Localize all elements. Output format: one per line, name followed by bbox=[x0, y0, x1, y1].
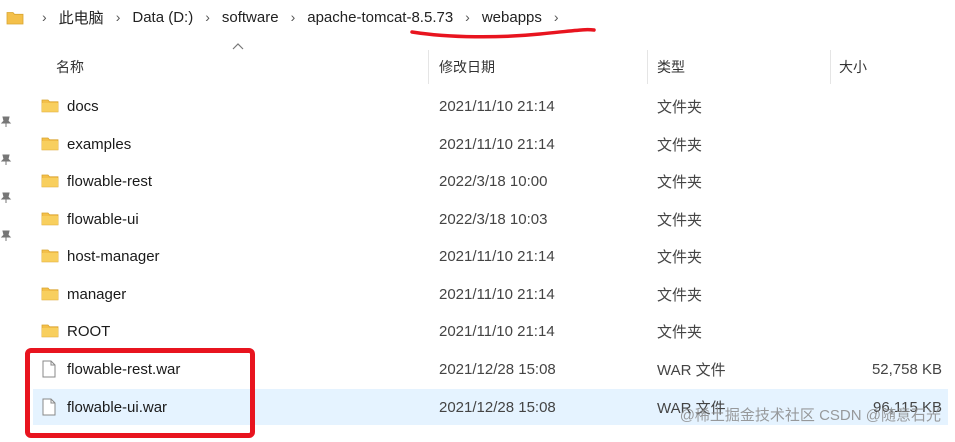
list-item[interactable]: examples 2021/11/10 21:14 文件夹 bbox=[33, 126, 948, 162]
file-type: 文件夹 bbox=[657, 248, 703, 266]
file-date: 2021/12/28 15:08 bbox=[439, 360, 556, 378]
list-item[interactable]: docs 2021/11/10 21:14 文件夹 bbox=[33, 88, 948, 124]
breadcrumb-this-pc[interactable]: 此电脑 bbox=[59, 7, 104, 28]
list-item[interactable]: host-manager 2021/11/10 21:14 文件夹 bbox=[33, 238, 948, 274]
file-name: manager bbox=[67, 285, 127, 303]
file-date: 2021/11/10 21:14 bbox=[439, 322, 555, 340]
red-underline-annotation bbox=[410, 27, 596, 39]
file-date: 2021/11/10 21:14 bbox=[439, 285, 555, 303]
list-item[interactable]: ROOT 2021/11/10 21:14 文件夹 bbox=[33, 313, 948, 349]
file-name: flowable-rest bbox=[67, 172, 153, 190]
file-name: host-manager bbox=[67, 247, 160, 265]
breadcrumb-separator[interactable]: › bbox=[465, 9, 470, 25]
column-divider[interactable] bbox=[830, 50, 831, 84]
file-type: 文件夹 bbox=[657, 323, 703, 341]
breadcrumb-tomcat[interactable]: apache-tomcat-8.5.73 bbox=[307, 9, 453, 26]
file-name: flowable-ui bbox=[67, 210, 139, 228]
file-type: WAR 文件 bbox=[657, 361, 726, 379]
file-type: 文件夹 bbox=[657, 136, 703, 154]
column-header-name[interactable]: 名称 bbox=[56, 50, 84, 84]
list-item[interactable]: flowable-rest.war 2021/12/28 15:08 WAR 文… bbox=[33, 351, 948, 387]
file-date: 2021/12/28 15:08 bbox=[439, 398, 556, 416]
column-divider[interactable] bbox=[647, 50, 648, 84]
breadcrumb-separator[interactable]: › bbox=[205, 9, 210, 25]
file-icon bbox=[41, 398, 59, 416]
column-header: 名称 修改日期 类型 大小 bbox=[0, 50, 955, 84]
column-divider[interactable] bbox=[428, 50, 429, 84]
sort-ascending-icon bbox=[232, 43, 244, 50]
column-header-date[interactable]: 修改日期 bbox=[439, 50, 495, 84]
breadcrumb-software[interactable]: software bbox=[222, 9, 279, 26]
pin-icon[interactable] bbox=[0, 192, 12, 204]
file-name: examples bbox=[67, 135, 132, 153]
file-name: docs bbox=[67, 97, 99, 115]
breadcrumb-separator[interactable]: › bbox=[291, 9, 296, 25]
file-name: ROOT bbox=[67, 322, 111, 340]
quick-access-pins bbox=[0, 110, 14, 250]
file-date: 2021/11/10 21:14 bbox=[439, 135, 555, 153]
column-header-size[interactable]: 大小 bbox=[839, 50, 867, 84]
file-type: 文件夹 bbox=[657, 173, 703, 191]
file-name: flowable-ui.war bbox=[67, 398, 168, 416]
folder-icon bbox=[6, 11, 24, 24]
list-item[interactable]: flowable-ui 2022/3/18 10:03 文件夹 bbox=[33, 201, 948, 237]
file-type: 文件夹 bbox=[657, 211, 703, 229]
list-item[interactable]: flowable-rest 2022/3/18 10:00 文件夹 bbox=[33, 163, 948, 199]
folder-icon bbox=[41, 97, 59, 115]
file-type: 文件夹 bbox=[657, 286, 703, 304]
pin-icon[interactable] bbox=[0, 154, 12, 166]
file-type: 文件夹 bbox=[657, 98, 703, 116]
breadcrumb-separator: › bbox=[42, 9, 47, 25]
file-size: 52,758 KB bbox=[871, 360, 942, 378]
file-name: flowable-rest.war bbox=[67, 360, 181, 378]
folder-icon bbox=[41, 210, 59, 228]
breadcrumb-separator[interactable]: › bbox=[116, 9, 121, 25]
list-item[interactable]: manager 2021/11/10 21:14 文件夹 bbox=[33, 276, 948, 312]
folder-icon bbox=[41, 135, 59, 153]
file-date: 2022/3/18 10:00 bbox=[439, 172, 548, 190]
file-date: 2022/3/18 10:03 bbox=[439, 210, 548, 228]
file-date: 2021/11/10 21:14 bbox=[439, 97, 555, 115]
breadcrumb-separator[interactable]: › bbox=[554, 9, 559, 25]
folder-icon bbox=[41, 247, 59, 265]
watermark: @稀土掘金技术社区 CSDN @随意石光 bbox=[679, 407, 941, 424]
breadcrumb-webapps[interactable]: webapps bbox=[482, 9, 542, 26]
folder-icon bbox=[41, 322, 59, 340]
folder-icon bbox=[41, 285, 59, 303]
pin-icon[interactable] bbox=[0, 116, 12, 128]
column-header-type[interactable]: 类型 bbox=[657, 50, 685, 84]
pin-icon[interactable] bbox=[0, 230, 12, 242]
file-icon bbox=[41, 360, 59, 378]
file-date: 2021/11/10 21:14 bbox=[439, 247, 555, 265]
folder-icon bbox=[41, 172, 59, 190]
breadcrumb-data-drive[interactable]: Data (D:) bbox=[132, 9, 193, 26]
